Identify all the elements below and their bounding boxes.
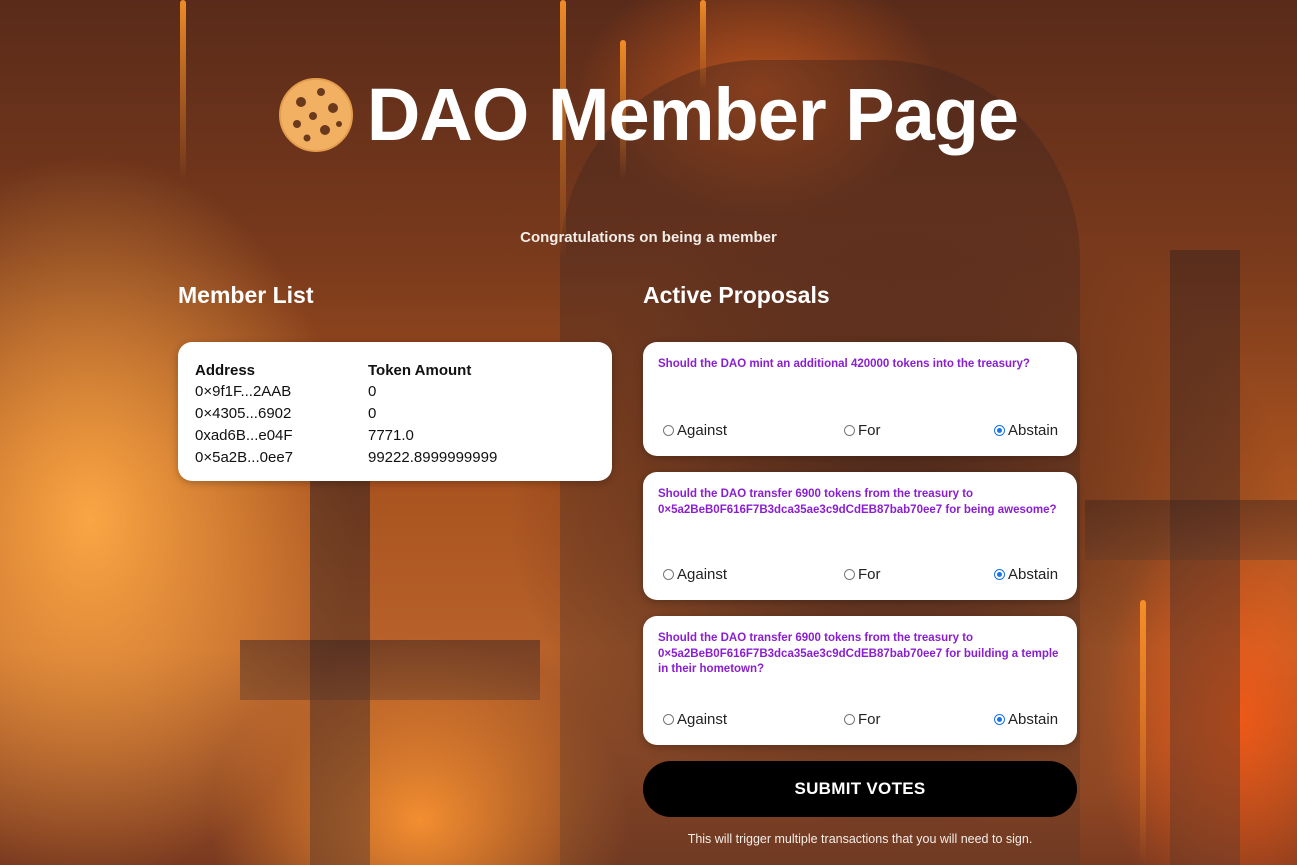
column-header-token-amount: Token Amount bbox=[368, 361, 472, 379]
member-address: 0×5a2B...0ee7 bbox=[195, 448, 294, 466]
proposal-question: Should the DAO mint an additional 420000… bbox=[658, 358, 1030, 370]
member-list-card: Address Token Amount 0×9f1F...2AAB 0 0×4… bbox=[178, 342, 612, 481]
against-label: Against bbox=[677, 566, 728, 583]
abstain-radio[interactable] bbox=[994, 569, 1005, 580]
vote-for-option[interactable]: For bbox=[844, 566, 881, 583]
vote-against-option[interactable]: Against bbox=[663, 422, 727, 439]
vote-options: Against For Abstain bbox=[663, 422, 1063, 442]
welcome-message: Congratulations on being a member bbox=[520, 229, 777, 246]
abstain-label: Abstain bbox=[1008, 711, 1059, 728]
table-header-row: Address Token Amount bbox=[195, 360, 497, 380]
member-token-amount: 7771.0 bbox=[368, 426, 414, 444]
page-title: DAO Member Page bbox=[0, 72, 1297, 157]
abstain-radio[interactable] bbox=[994, 425, 1005, 436]
column-header-address: Address bbox=[195, 361, 256, 379]
vote-abstain-option[interactable]: Abstain bbox=[994, 566, 1058, 583]
member-token-amount: 0 bbox=[368, 404, 377, 422]
page-title-text: DAO Member Page bbox=[366, 73, 1019, 156]
vote-options: Against For Abstain bbox=[663, 566, 1063, 586]
vote-options: Against For Abstain bbox=[663, 711, 1063, 731]
table-row: 0xad6B...e04F 7771.0 bbox=[195, 424, 497, 446]
proposal-question: Should the DAO transfer 6900 tokens from… bbox=[658, 488, 1057, 516]
cookie-icon bbox=[278, 77, 353, 152]
proposal-question: Should the DAO transfer 6900 tokens from… bbox=[658, 632, 1059, 675]
for-label: For bbox=[858, 566, 881, 583]
vote-abstain-option[interactable]: Abstain bbox=[994, 422, 1058, 439]
for-label: For bbox=[858, 711, 881, 728]
vote-for-option[interactable]: For bbox=[844, 711, 881, 728]
proposal-card-1: Should the DAO mint an additional 420000… bbox=[643, 342, 1077, 456]
vote-against-option[interactable]: Against bbox=[663, 566, 727, 583]
against-radio[interactable] bbox=[663, 714, 674, 725]
active-proposals-title: Active Proposals bbox=[643, 282, 830, 308]
submit-votes-button[interactable]: SUBMIT VOTES bbox=[643, 761, 1077, 817]
member-token-amount: 99222.8999999999 bbox=[368, 448, 498, 466]
submit-note: This will trigger multiple transactions … bbox=[687, 832, 1033, 846]
member-token-amount: 0 bbox=[368, 382, 377, 400]
table-row: 0×4305...6902 0 bbox=[195, 402, 497, 424]
against-label: Against bbox=[677, 422, 728, 439]
abstain-label: Abstain bbox=[1008, 422, 1059, 439]
table-row: 0×9f1F...2AAB 0 bbox=[195, 380, 497, 402]
for-radio[interactable] bbox=[844, 569, 855, 580]
for-radio[interactable] bbox=[844, 714, 855, 725]
proposal-card-3: Should the DAO transfer 6900 tokens from… bbox=[643, 616, 1077, 745]
for-label: For bbox=[858, 422, 881, 439]
vote-for-option[interactable]: For bbox=[844, 422, 881, 439]
against-radio[interactable] bbox=[663, 569, 674, 580]
proposal-card-2: Should the DAO transfer 6900 tokens from… bbox=[643, 472, 1077, 600]
vote-against-option[interactable]: Against bbox=[663, 711, 727, 728]
member-address: 0×4305...6902 bbox=[195, 404, 292, 422]
abstain-radio[interactable] bbox=[994, 714, 1005, 725]
against-radio[interactable] bbox=[663, 425, 674, 436]
member-list-title: Member List bbox=[178, 282, 314, 308]
member-table: Address Token Amount 0×9f1F...2AAB 0 0×4… bbox=[195, 360, 497, 468]
member-address: 0xad6B...e04F bbox=[195, 426, 293, 444]
member-address: 0×9f1F...2AAB bbox=[195, 382, 292, 400]
table-row: 0×5a2B...0ee7 99222.8999999999 bbox=[195, 446, 497, 468]
vote-abstain-option[interactable]: Abstain bbox=[994, 711, 1058, 728]
for-radio[interactable] bbox=[844, 425, 855, 436]
abstain-label: Abstain bbox=[1008, 566, 1059, 583]
against-label: Against bbox=[677, 711, 728, 728]
